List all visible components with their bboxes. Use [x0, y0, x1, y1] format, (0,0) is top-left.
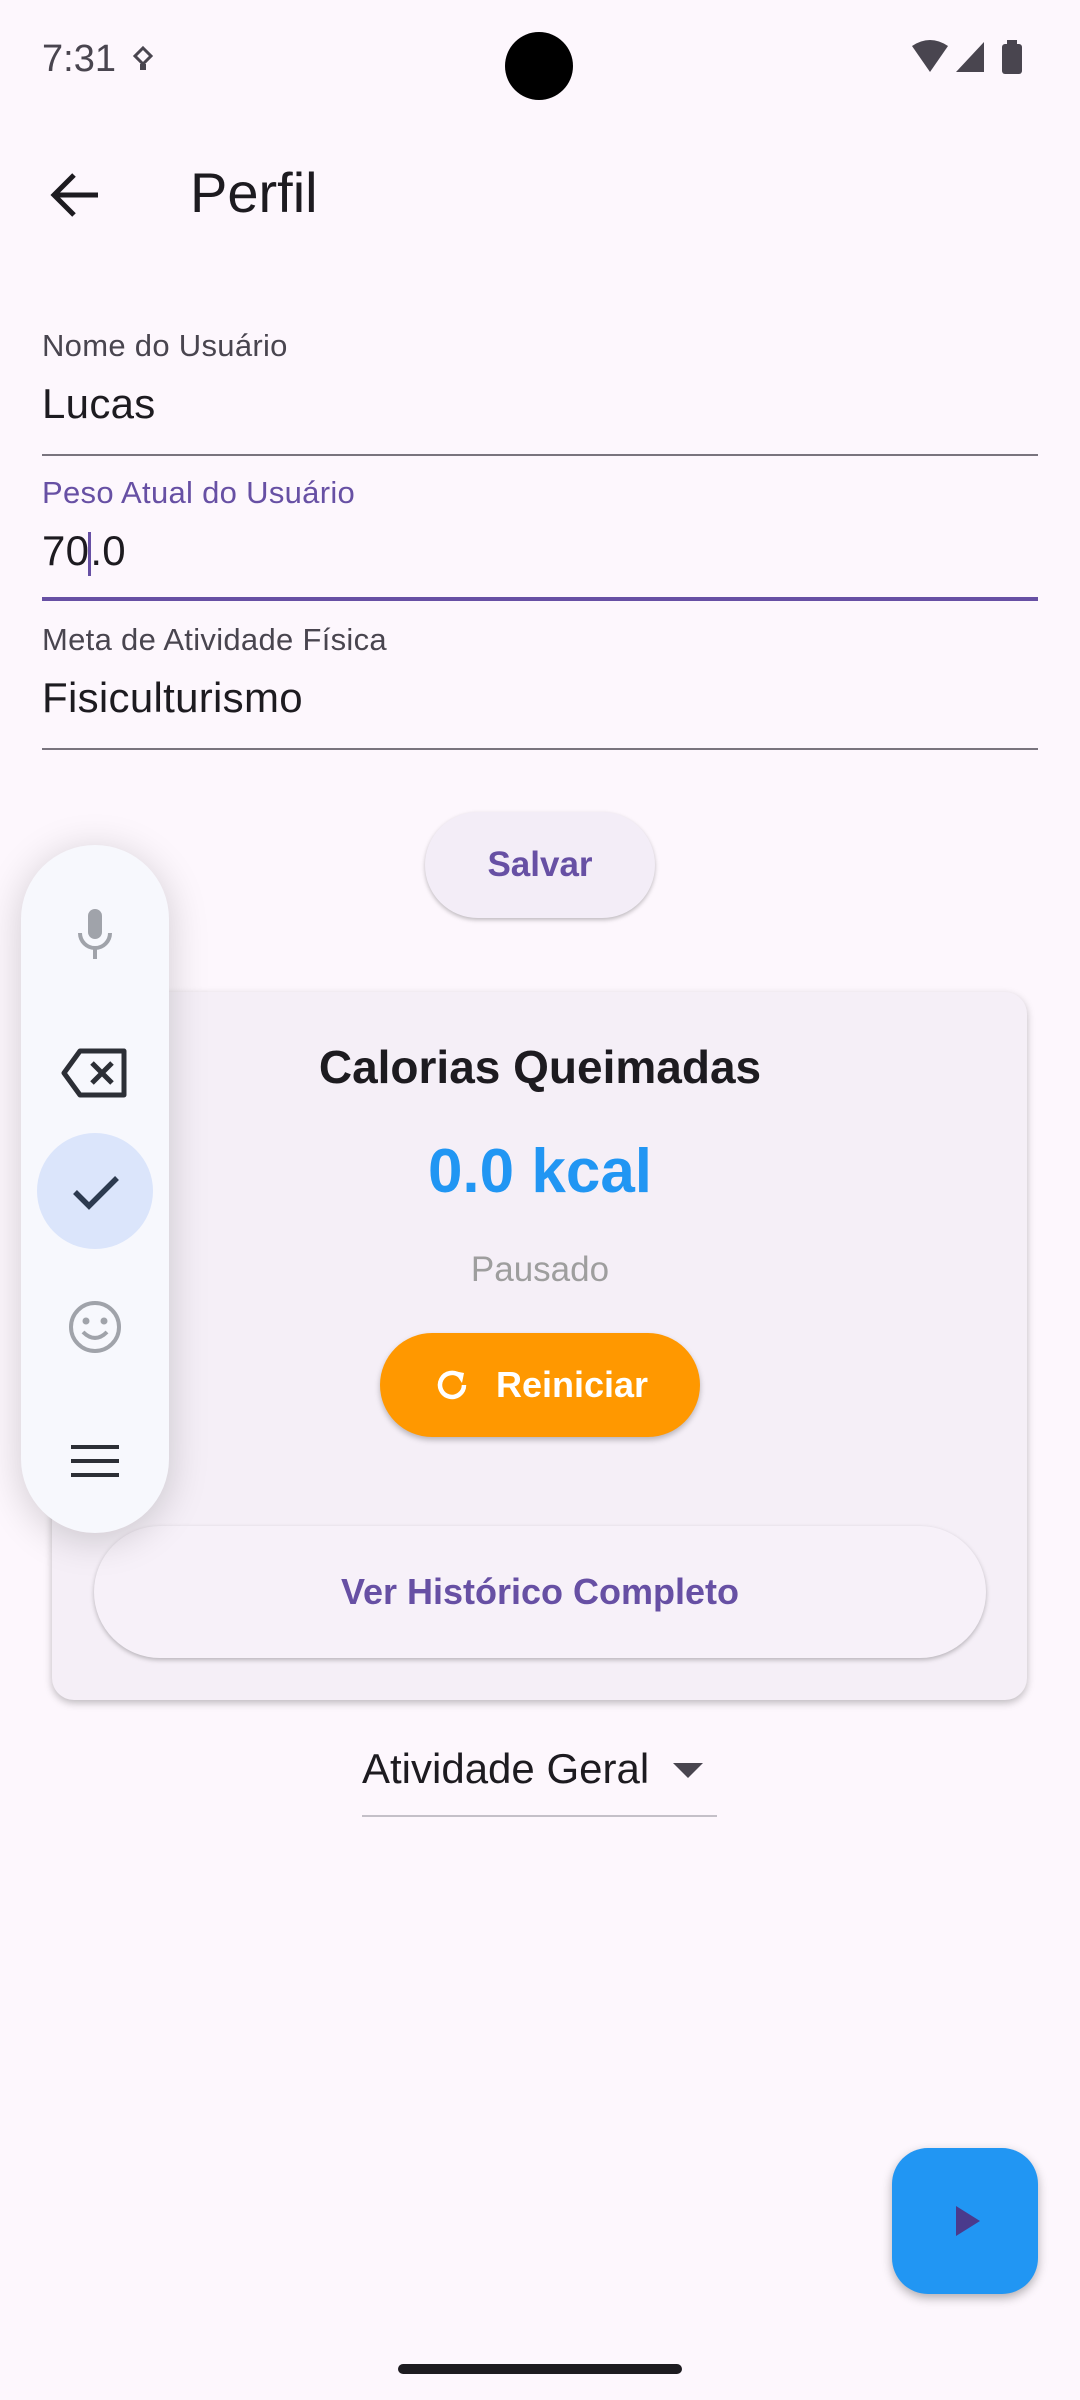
username-value: Lucas: [42, 380, 156, 427]
microphone-icon: [78, 909, 112, 959]
dropdown-arrow-icon: [673, 1763, 703, 1778]
backspace-icon: [61, 1048, 127, 1098]
save-button[interactable]: Salvar: [425, 812, 655, 918]
refresh-icon: [437, 1370, 467, 1400]
backspace-button[interactable]: [37, 1015, 153, 1131]
goal-value: Fisiculturismo: [42, 674, 303, 721]
signal-icon: [956, 42, 984, 72]
goal-underline: [42, 748, 1038, 750]
status-icons: [910, 38, 1040, 78]
restart-label: Reiniciar: [495, 1364, 649, 1405]
arrow-left-icon: [50, 173, 98, 217]
activity-dropdown[interactable]: Atividade Geral: [362, 1745, 717, 1817]
emoji-icon: [69, 1301, 121, 1353]
check-icon: [73, 1176, 119, 1210]
camera-cutout: [505, 32, 573, 100]
play-icon: [956, 2206, 980, 2236]
dropdown-underline: [362, 1815, 717, 1817]
status-time: 7:31: [42, 38, 116, 80]
keyboard-menu-button[interactable]: [37, 1403, 153, 1519]
weight-underline: [42, 597, 1038, 601]
restart-button[interactable]: Reiniciar: [380, 1333, 700, 1437]
username-field[interactable]: Nome do Usuário Lucas: [42, 328, 1038, 458]
goal-label: Meta de Atividade Física: [42, 622, 387, 657]
keyboard-toolbar: [21, 845, 169, 1533]
weight-label: Peso Atual do Usuário: [42, 475, 356, 510]
home-indicator[interactable]: [398, 2364, 682, 2374]
microphone-button[interactable]: [37, 877, 153, 993]
play-fab-button[interactable]: [892, 2148, 1038, 2294]
menu-icon: [71, 1445, 119, 1477]
confirm-button[interactable]: [37, 1133, 153, 1249]
emoji-button[interactable]: [37, 1269, 153, 1385]
weight-value: 70.0: [42, 527, 126, 576]
page-title: Perfil: [190, 161, 318, 224]
view-history-button[interactable]: Ver Histórico Completo: [94, 1526, 986, 1658]
dropdown-selected: Atividade Geral: [362, 1745, 650, 1792]
back-button[interactable]: [40, 160, 110, 230]
username-underline: [42, 454, 1038, 456]
notification-icon: [128, 44, 158, 74]
username-label: Nome do Usuário: [42, 328, 288, 363]
weight-field[interactable]: Peso Atual do Usuário 70.0: [42, 475, 1038, 605]
wifi-icon: [912, 40, 948, 72]
battery-icon: [1002, 44, 1022, 74]
goal-field[interactable]: Meta de Atividade Física Fisiculturismo: [42, 622, 1038, 752]
